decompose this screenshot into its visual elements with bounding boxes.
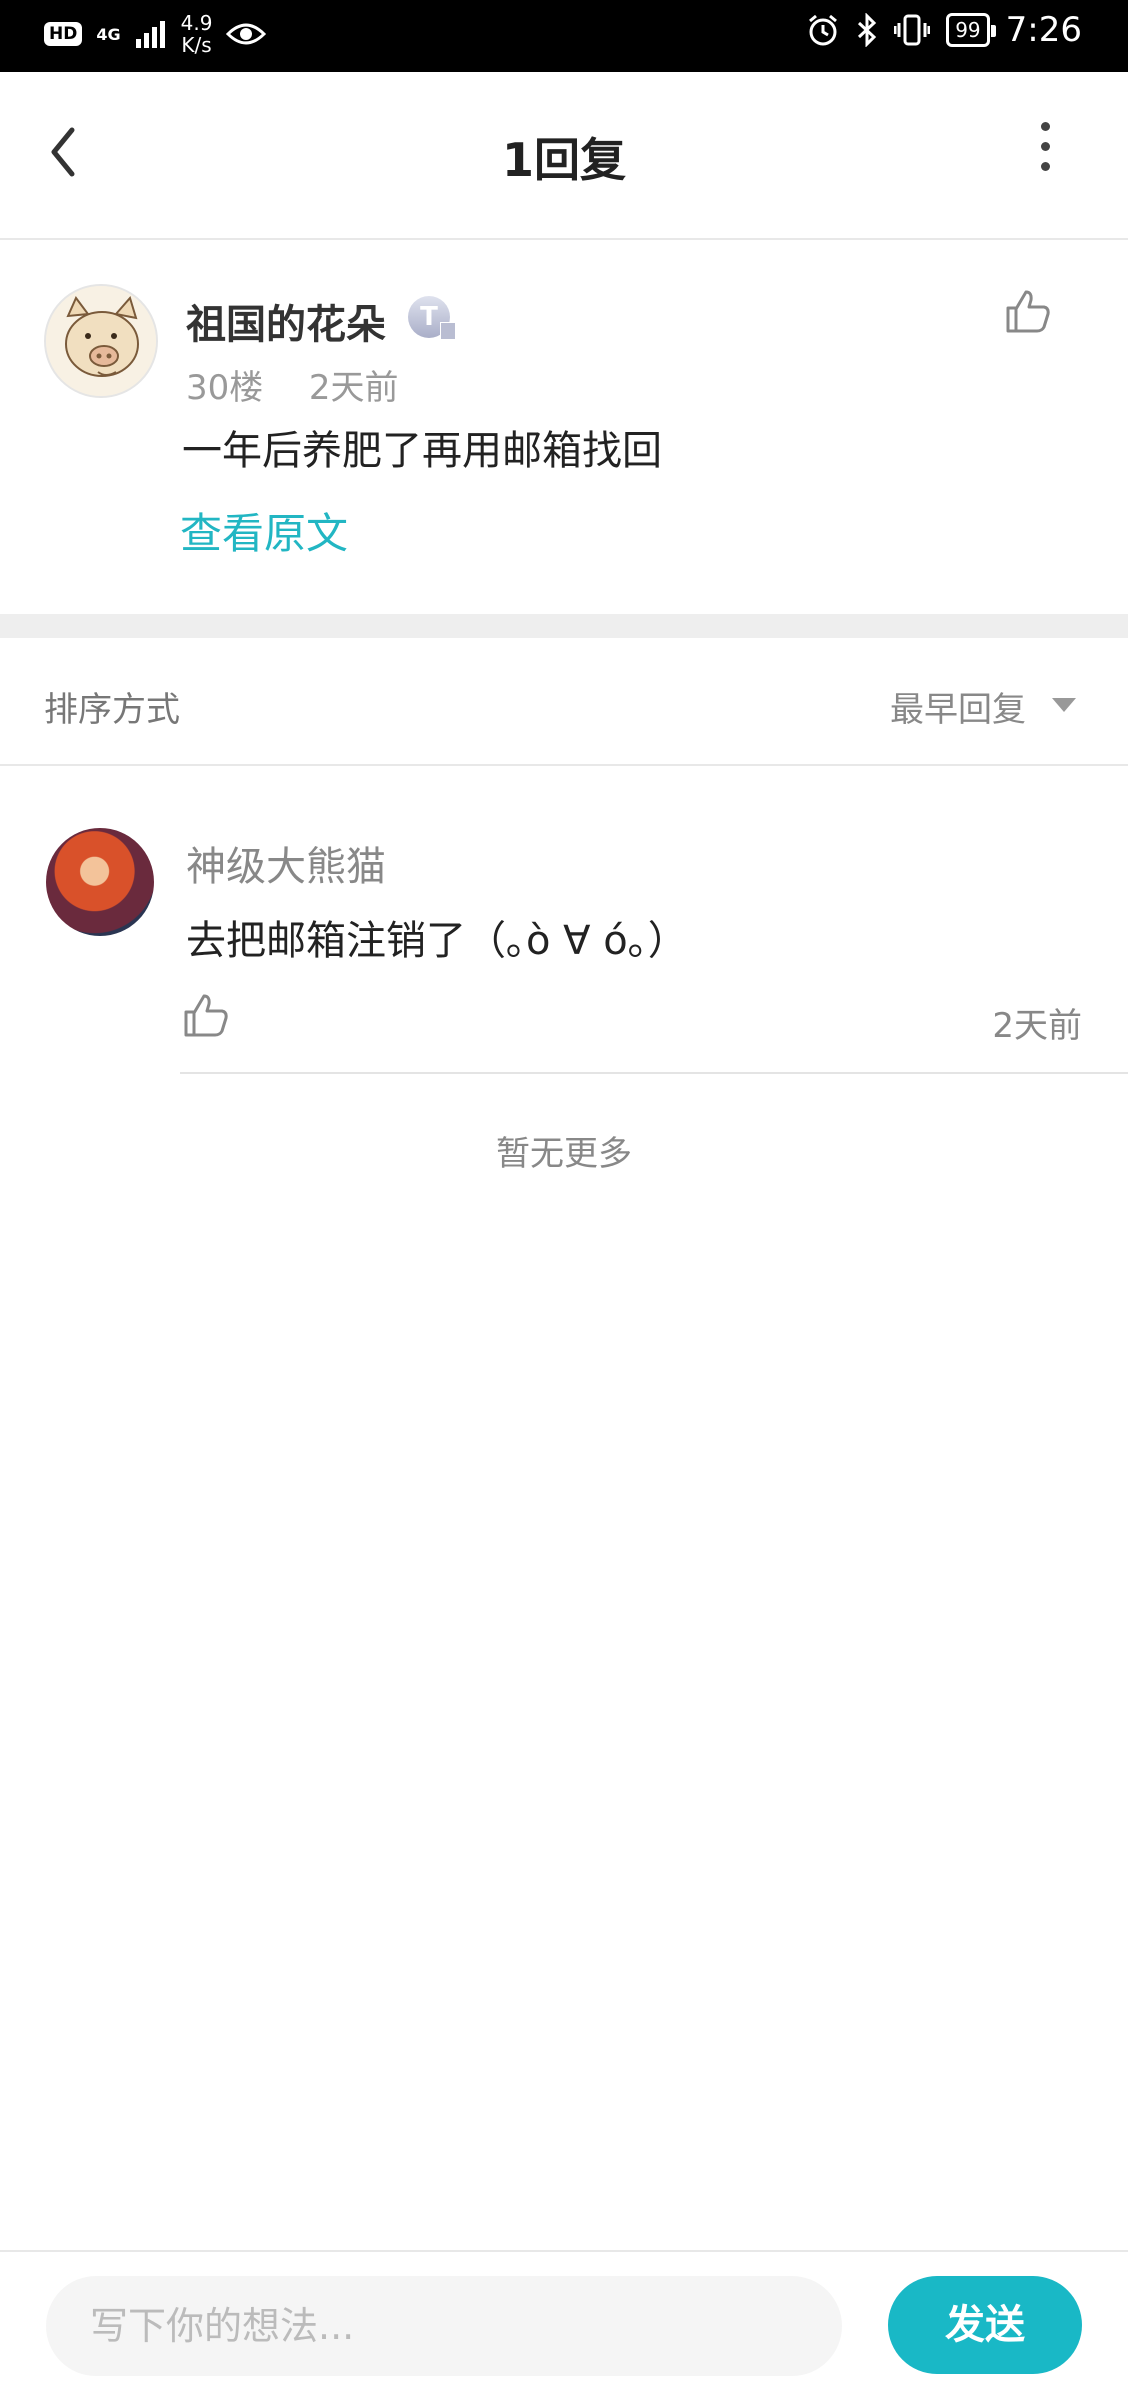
floor-number: 30楼 (186, 368, 264, 408)
bluetooth-icon (858, 13, 877, 47)
sort-label: 排序方式 (44, 690, 180, 730)
status-bar: HD 4G 4.9 K/s 99 7:26 (0, 0, 1128, 72)
dropdown-arrow-icon[interactable] (1052, 698, 1076, 712)
top-app-bar: 1回复 (0, 72, 1128, 240)
reply-time: 2天前 (992, 1006, 1082, 1046)
thumbs-up-icon[interactable] (182, 992, 230, 1038)
more-dot (1040, 142, 1050, 151)
send-button[interactable]: 发送 (888, 2276, 1082, 2374)
section-divider (0, 614, 1128, 638)
more-dot (1040, 122, 1050, 131)
clock: 7:26 (1005, 10, 1082, 50)
reply-content: 去把邮箱注销了（｡ò ∀ ó｡） (186, 918, 688, 964)
battery-indicator: 99 (946, 13, 997, 47)
status-left: HD 4G 4.9 K/s (44, 12, 267, 56)
more-options-icon[interactable] (1030, 122, 1060, 192)
page-title: 1回复 (501, 133, 626, 187)
post-content: 一年后养肥了再用邮箱找回 (182, 428, 662, 474)
signal-bars-icon (135, 21, 165, 48)
author-avatar[interactable] (44, 284, 158, 398)
speed-unit: K/s (181, 33, 212, 57)
reply-avatar[interactable] (46, 828, 154, 936)
post-meta: 30楼 2天前 (186, 360, 399, 409)
thumbs-up-icon[interactable] (1004, 288, 1052, 334)
vibrate-icon (894, 14, 931, 46)
speed-value: 4.9 (180, 11, 213, 35)
sort-dropdown[interactable]: 最早回复 (890, 682, 1026, 731)
reply-author-name[interactable]: 神级大熊猫 (186, 834, 386, 892)
signal-label: 4G (96, 24, 121, 44)
post-time: 2天前 (308, 368, 399, 408)
pig-avatar-icon (46, 286, 156, 396)
view-original-link[interactable]: 查看原文 (180, 500, 348, 561)
network-speed: 4.9 K/s (181, 12, 213, 56)
comment-input[interactable] (46, 2276, 842, 2376)
divider (180, 1072, 1128, 1074)
divider (0, 2250, 1128, 2252)
divider (0, 764, 1128, 766)
level-badge-tag (440, 322, 456, 340)
author-name[interactable]: 祖国的花朵 (186, 292, 386, 350)
eye-icon (226, 23, 267, 45)
status-right: 99 7:26 (806, 10, 1082, 50)
alarm-icon (809, 14, 838, 46)
hd-badge: HD (44, 22, 83, 46)
more-dot (1040, 162, 1050, 171)
no-more-label: 暂无更多 (496, 1134, 632, 1174)
